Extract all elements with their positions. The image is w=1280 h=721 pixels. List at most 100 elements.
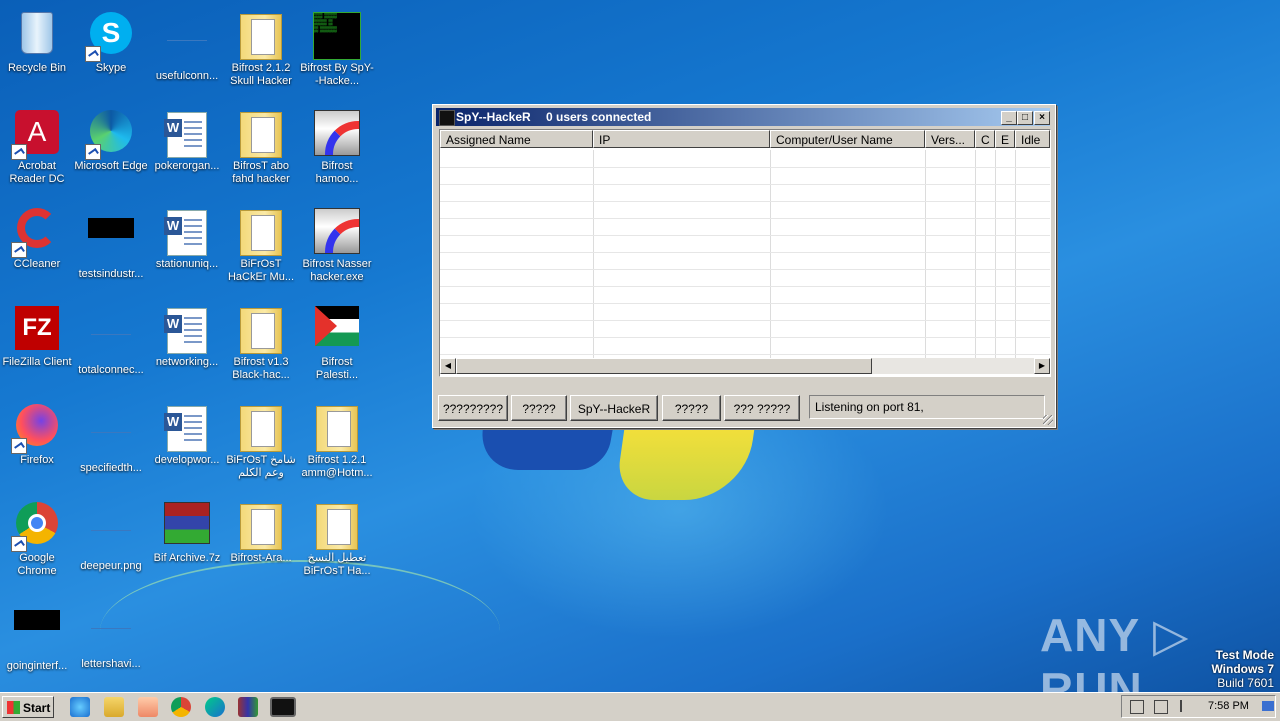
button-5[interactable]: ??? ?????	[724, 395, 800, 421]
action-center-flag-icon[interactable]	[1180, 700, 1192, 712]
desktop-icon-label: Microsoft Edge	[74, 160, 148, 172]
scroll-right-icon[interactable]: ▶	[1034, 358, 1050, 374]
desktop-icon[interactable]: ▒▒ ▒▒▒ ▒▒▒ ▒ ▒ ▒▒▒▒ Bifrost By SpY--Hacke..…	[300, 8, 374, 100]
desktop-icon[interactable]: Bifrost 1.2.1 amm@Hotm...	[300, 400, 374, 492]
desktop-icon-label: totalconnec...	[78, 364, 144, 376]
desktop-icon-label: developwor...	[154, 454, 220, 466]
desktop-icon[interactable]: Bifrost-Ara...	[224, 498, 298, 590]
ie-taskbar-icon[interactable]	[70, 697, 90, 717]
desktop-icon[interactable]: تعطيل النسخ BiFrOsT Ha...	[300, 498, 374, 590]
desktop-icon[interactable]: Bifrost v1.3 Black-hac...	[224, 302, 298, 394]
chrome-taskbar-icon[interactable]	[171, 697, 191, 717]
desktop-icon[interactable]: Wpokerorgan...	[150, 106, 224, 198]
word-icon: W	[163, 110, 211, 158]
black-icon	[13, 610, 61, 658]
desktop-icon[interactable]: BifrosT abo fahd hacker	[224, 106, 298, 198]
column-computer-user-name[interactable]: Computer/User Name	[770, 130, 925, 148]
window-connection-status: 0 users connected	[546, 110, 652, 124]
desktop-icon[interactable]: A Acrobat Reader DC	[0, 106, 74, 198]
blank-icon	[87, 608, 135, 656]
desktop-icon-label: Bifrost Nasser hacker.exe	[302, 258, 372, 283]
resize-grip-icon[interactable]	[1043, 415, 1053, 425]
desktop-icon[interactable]: FZ FileZilla Client	[0, 302, 74, 394]
desktop-icon[interactable]: Wdevelopwor...	[150, 400, 224, 492]
bifrost-window[interactable]: SpY--HackeR 0 users connected _ □ × Assi…	[432, 104, 1056, 428]
desktop-icon[interactable]: Bifrost Nasser hacker.exe	[300, 204, 374, 296]
clock[interactable]: 7:58 PM	[1208, 700, 1249, 712]
column-idle[interactable]: Idle	[1015, 130, 1050, 148]
desktop-icon-label: Skype	[95, 62, 127, 74]
desktop-icon[interactable]: Wnetworking...	[150, 302, 224, 394]
ccleaner-icon	[11, 208, 61, 258]
desktop-icon[interactable]: deepeur.png	[74, 498, 148, 590]
desktop-icon[interactable]: Bifrost 2.1.2 Skull Hacker	[224, 8, 298, 100]
shortcut-arrow-icon	[85, 46, 101, 62]
explorer-taskbar-icon[interactable]	[104, 697, 124, 717]
spy-hacker-button[interactable]: SpY--HackeR	[570, 395, 658, 421]
column-version[interactable]: Vers...	[925, 130, 975, 148]
maximize-button[interactable]: □	[1017, 111, 1033, 125]
show-desktop-icon[interactable]	[1262, 701, 1274, 711]
column-ip[interactable]: IP	[593, 130, 770, 148]
grid-row-line	[440, 184, 1050, 185]
desktop-icon[interactable]: Microsoft Edge	[74, 106, 148, 198]
window-titlebar[interactable]: SpY--HackeR 0 users connected _ □ ×	[436, 108, 1050, 126]
desktop-icon-label: pokerorgan...	[154, 160, 220, 172]
column-c[interactable]: C	[975, 130, 995, 148]
button-2[interactable]: ?????	[511, 395, 567, 421]
desktop-icon[interactable]: S Skype	[74, 8, 148, 100]
desktop-icon[interactable]: Wstationuniq...	[150, 204, 224, 296]
desktop-icon[interactable]: Bifrost Palesti...	[300, 302, 374, 394]
blank-icon	[87, 510, 135, 558]
bin-icon	[13, 12, 61, 60]
test-mode-notice: Test Mode Windows 7 Build 7601	[1211, 648, 1274, 690]
grid-row-line	[440, 235, 1050, 236]
winrar-taskbar-icon[interactable]	[238, 697, 258, 717]
horizontal-scrollbar[interactable]: ◀ ▶	[440, 358, 1050, 374]
desktop-icon[interactable]: BiFrOsT شامخ وعم الكلم	[224, 400, 298, 492]
desktop-icon[interactable]: lettershavi...	[74, 596, 148, 688]
column-e[interactable]: E	[995, 130, 1015, 148]
grid-row-line	[440, 218, 1050, 219]
terminal-icon: ▒▒ ▒▒▒ ▒▒▒ ▒ ▒ ▒▒▒▒	[313, 12, 361, 60]
word-icon: W	[163, 306, 211, 354]
desktop-icon[interactable]: CCleaner	[0, 204, 74, 296]
word-icon: W	[163, 404, 211, 452]
column-assigned-name[interactable]: Assigned Name	[440, 130, 593, 148]
scroll-left-icon[interactable]: ◀	[440, 358, 456, 374]
button-4[interactable]: ?????	[662, 395, 721, 421]
desktop-icon[interactable]: totalconnec...	[74, 302, 148, 394]
bifrost-taskbar-button[interactable]	[270, 697, 296, 717]
folder-icon	[237, 306, 285, 354]
desktop-icon[interactable]: goinginterf...	[0, 596, 74, 688]
desktop-icon[interactable]: Bif Archive.7z	[150, 498, 224, 590]
button-1[interactable]: ?????????	[438, 395, 508, 421]
grid-column-line	[975, 150, 976, 358]
desktop-icon[interactable]: specifiedth...	[74, 400, 148, 492]
desktop-icon[interactable]: testsindustr...	[74, 204, 148, 296]
desktop-icon[interactable]: Google Chrome	[0, 498, 74, 590]
grid-row-line	[440, 252, 1050, 253]
desktop-icon[interactable]: BiFrOsT HaCkEr Mu...	[224, 204, 298, 296]
desktop-icon-label: BifrosT abo fahd hacker	[232, 160, 290, 185]
desktop-icon[interactable]: Recycle Bin	[0, 8, 74, 100]
desktop-icon-label: تعطيل النسخ BiFrOsT Ha...	[303, 552, 371, 577]
start-button[interactable]: Start	[2, 696, 54, 718]
speaker-icon[interactable]	[1130, 700, 1144, 714]
edge-taskbar-icon[interactable]	[205, 697, 225, 717]
grid-row-line	[440, 337, 1050, 338]
connections-list[interactable]: Assigned Name IP Computer/User Name Vers…	[439, 129, 1051, 377]
rainbow-icon	[313, 110, 361, 158]
folder-icon	[237, 12, 285, 60]
start-label: Start	[23, 701, 51, 715]
desktop-icon-label: Acrobat Reader DC	[9, 160, 65, 185]
desktop-icon[interactable]: Firefox	[0, 400, 74, 492]
desktop-icon[interactable]: usefulconn...	[150, 8, 224, 100]
grid-row-line	[440, 354, 1050, 355]
desktop-icon[interactable]: Bifrost hamoo...	[300, 106, 374, 198]
close-button[interactable]: ×	[1034, 111, 1050, 125]
network-icon[interactable]	[1154, 700, 1168, 714]
minimize-button[interactable]: _	[1001, 111, 1017, 125]
scroll-thumb[interactable]	[456, 358, 872, 374]
media-player-taskbar-icon[interactable]	[138, 697, 158, 717]
